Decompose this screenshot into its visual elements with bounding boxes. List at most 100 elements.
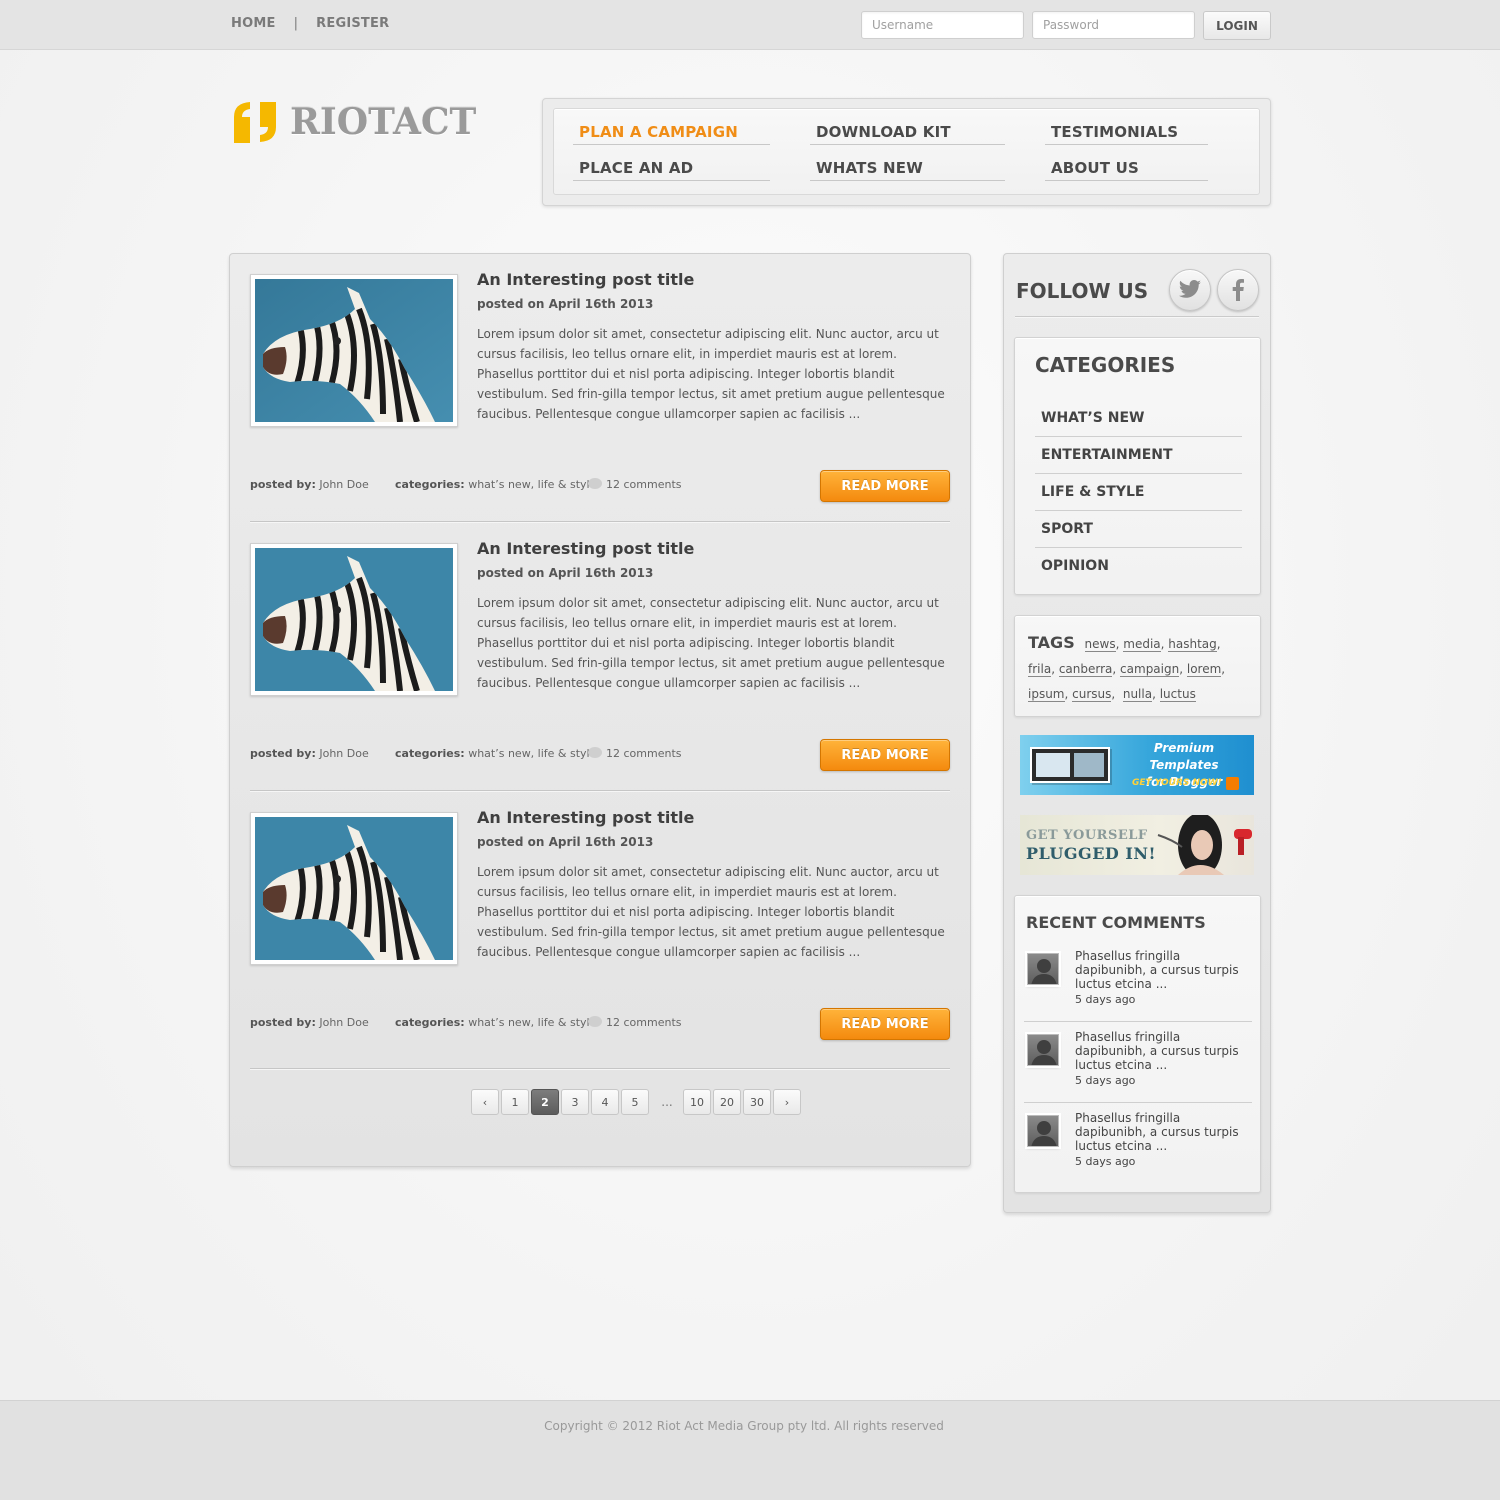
password-input[interactable] — [1032, 11, 1195, 39]
category-opinion[interactable]: OPINION — [1035, 548, 1242, 585]
page-3-button[interactable]: 3 — [561, 1089, 589, 1115]
comment-bubble-icon — [588, 478, 602, 489]
follow-us-title: FOLLOW US — [1016, 279, 1149, 303]
zebra-hand-image — [255, 817, 453, 960]
posted-by-label: posted by: — [250, 478, 316, 491]
post-title[interactable]: An Interesting post title — [477, 539, 694, 558]
author-name[interactable]: John Doe — [319, 747, 368, 760]
tag-link[interactable]: frila — [1028, 662, 1052, 677]
zebra-hand-image — [255, 548, 453, 691]
comment-excerpt[interactable]: Phasellus fringilla dapibunibh, a cursus… — [1075, 1111, 1253, 1153]
page-2-button[interactable]: 2 — [531, 1089, 559, 1115]
post-thumbnail[interactable] — [250, 274, 458, 427]
page-10-button[interactable]: 10 — [683, 1089, 711, 1115]
username-input[interactable] — [861, 11, 1024, 39]
tag-link[interactable]: nulla — [1122, 687, 1153, 702]
top-nav-separator: | — [293, 16, 299, 31]
register-link[interactable]: REGISTER — [316, 16, 389, 31]
post-comments[interactable]: 12 comments — [588, 478, 682, 491]
nav-plan-a-campaign[interactable]: PLAN A CAMPAIGN — [573, 123, 770, 145]
home-link[interactable]: HOME — [231, 16, 276, 31]
user-silhouette-icon — [1031, 1121, 1057, 1146]
comment-count[interactable]: 12 comments — [606, 747, 682, 760]
tag-link[interactable]: news — [1084, 637, 1116, 652]
post-title[interactable]: An Interesting post title — [477, 270, 694, 289]
post-thumbnail[interactable] — [250, 812, 458, 965]
post-title[interactable]: An Interesting post title — [477, 808, 694, 827]
category-entertainment[interactable]: ENTERTAINMENT — [1035, 437, 1242, 474]
read-more-button[interactable]: READ MORE — [820, 739, 950, 771]
category-links[interactable]: what’s new, life & style — [468, 747, 596, 760]
page-30-button[interactable]: 30 — [743, 1089, 771, 1115]
banner2-line-1: GET YOURSELF — [1026, 828, 1148, 843]
post-author: posted by: John Doe — [250, 1016, 369, 1029]
recent-comments-title: RECENT COMMENTS — [1026, 913, 1206, 932]
recent-comment[interactable]: Phasellus fringilla dapibunibh, a cursus… — [1024, 949, 1252, 1030]
logo[interactable]: RIOTACT — [230, 99, 476, 145]
page-1-button[interactable]: 1 — [501, 1089, 529, 1115]
comment-count[interactable]: 12 comments — [606, 1016, 682, 1029]
plugged-in-banner[interactable]: GET YOURSELF PLUGGED IN! — [1020, 815, 1254, 875]
top-nav: HOME | REGISTER — [231, 16, 389, 31]
comment-count[interactable]: 12 comments — [606, 478, 682, 491]
comment-time: 5 days ago — [1075, 1074, 1136, 1087]
tag-cloud: TAGS news, media, hashtag, frila, canber… — [1028, 633, 1226, 702]
recent-comment[interactable]: Phasellus fringilla dapibunibh, a cursus… — [1024, 1111, 1252, 1192]
comment-excerpt[interactable]: Phasellus fringilla dapibunibh, a cursus… — [1075, 949, 1253, 991]
post-date: posted on April 16th 2013 — [477, 566, 654, 580]
tag-link[interactable]: campaign — [1120, 662, 1180, 677]
post-categories: categories: what’s new, life & style — [395, 478, 596, 491]
page-20-button[interactable]: 20 — [713, 1089, 741, 1115]
tag-link[interactable]: cursus — [1072, 687, 1112, 702]
category-links[interactable]: what’s new, life & style — [468, 478, 596, 491]
nav-testimonials[interactable]: TESTIMONIALS — [1045, 123, 1208, 145]
pagination: ‹ 1 2 3 4 5 ... 10 20 30 › — [471, 1089, 803, 1115]
avatar — [1027, 1034, 1059, 1066]
recent-comment[interactable]: Phasellus fringilla dapibunibh, a cursus… — [1024, 1030, 1252, 1111]
tag-link[interactable]: ipsum — [1028, 687, 1065, 702]
tags-box: TAGS news, media, hashtag, frila, canber… — [1014, 615, 1261, 717]
post-comments[interactable]: 12 comments — [588, 747, 682, 760]
category-life-style[interactable]: LIFE & STYLE — [1035, 474, 1242, 511]
category-whats-new[interactable]: WHAT’S NEW — [1035, 400, 1242, 437]
premium-templates-banner[interactable]: Premium Templates for Blogger GET YOURS … — [1020, 735, 1254, 795]
login-button[interactable]: LOGIN — [1203, 11, 1271, 40]
comment-excerpt[interactable]: Phasellus fringilla dapibunibh, a cursus… — [1075, 1030, 1253, 1072]
read-more-button[interactable]: READ MORE — [820, 470, 950, 502]
post: An Interesting post title posted on Apri… — [250, 254, 950, 502]
tag-link[interactable]: hashtag — [1168, 637, 1217, 652]
tag-link[interactable]: luctus — [1159, 687, 1196, 702]
next-page-button[interactable]: › — [773, 1089, 801, 1115]
facebook-button[interactable] — [1217, 269, 1259, 311]
post-comments[interactable]: 12 comments — [588, 1016, 682, 1029]
tag-link[interactable]: lorem — [1186, 662, 1222, 677]
category-links[interactable]: what’s new, life & style — [468, 1016, 596, 1029]
category-sport[interactable]: SPORT — [1035, 511, 1242, 548]
pagination-ellipsis: ... — [661, 1095, 673, 1109]
post-date: posted on April 16th 2013 — [477, 297, 654, 311]
copyright-text: Copyright © 2012 Riot Act Media Group pt… — [544, 1419, 944, 1433]
posted-by-label: posted by: — [250, 1016, 316, 1029]
post-author: posted by: John Doe — [250, 747, 369, 760]
page-5-button[interactable]: 5 — [621, 1089, 649, 1115]
post-categories: categories: what’s new, life & style — [395, 1016, 596, 1029]
tag-link[interactable]: media — [1123, 637, 1161, 652]
post-thumbnail[interactable] — [250, 543, 458, 696]
categories-title: CATEGORIES — [1035, 353, 1176, 377]
read-more-button[interactable]: READ MORE — [820, 1008, 950, 1040]
post-excerpt: Lorem ipsum dolor sit amet, consectetur … — [477, 596, 945, 690]
post-excerpt: Lorem ipsum dolor sit amet, consectetur … — [477, 865, 945, 959]
nav-about-us[interactable]: ABOUT US — [1045, 159, 1208, 181]
twitter-button[interactable] — [1169, 269, 1211, 311]
nav-download-kit[interactable]: DOWNLOAD KIT — [810, 123, 1005, 145]
footer: Copyright © 2012 Riot Act Media Group pt… — [0, 1400, 1500, 1500]
nav-whats-new[interactable]: WHATS NEW — [810, 159, 1005, 181]
nav-place-an-ad[interactable]: PLACE AN AD — [573, 159, 770, 181]
author-name[interactable]: John Doe — [319, 1016, 368, 1029]
tag-link[interactable]: canberra — [1058, 662, 1113, 677]
author-name[interactable]: John Doe — [319, 478, 368, 491]
recent-comments-box: RECENT COMMENTS Phasellus fringilla dapi… — [1014, 895, 1261, 1193]
zebra-hand-image — [255, 279, 453, 422]
prev-page-button[interactable]: ‹ — [471, 1089, 499, 1115]
page-4-button[interactable]: 4 — [591, 1089, 619, 1115]
